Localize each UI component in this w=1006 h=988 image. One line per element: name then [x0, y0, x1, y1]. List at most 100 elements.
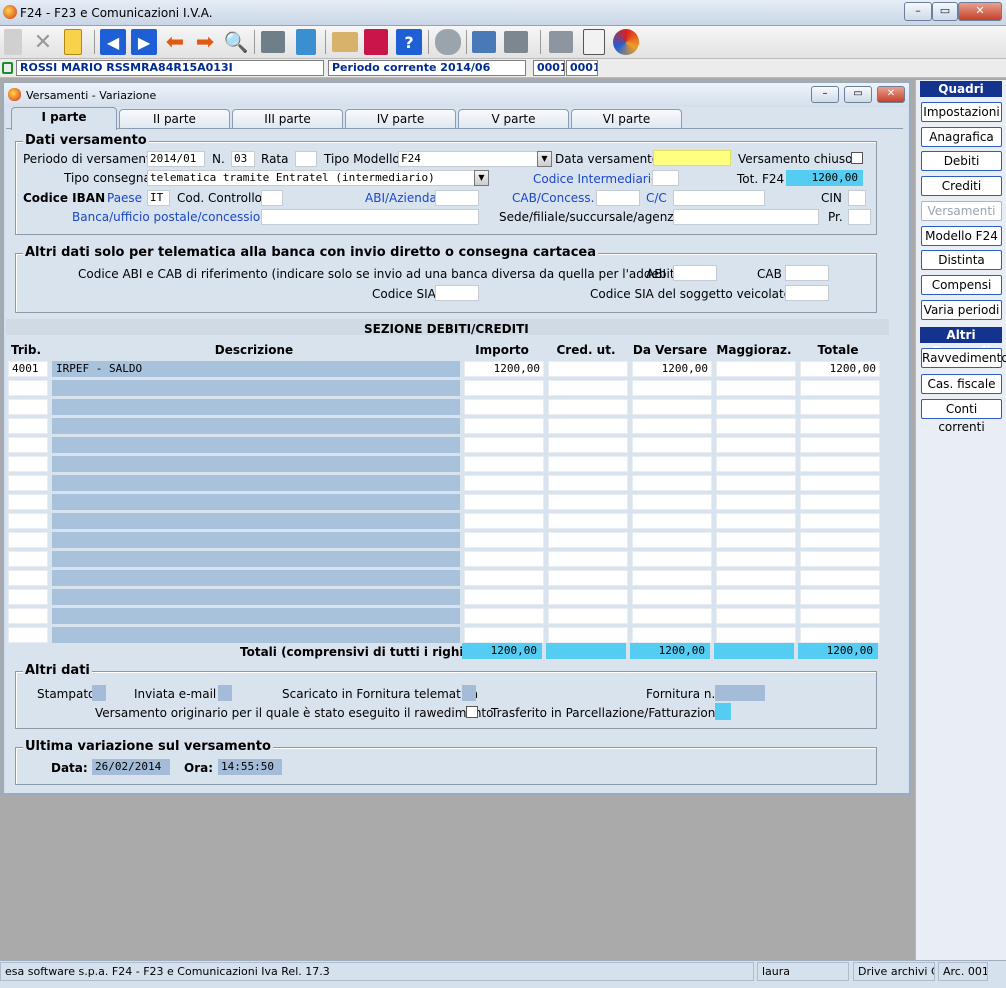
cell-cred-ut[interactable] — [548, 380, 628, 396]
cell-totale[interactable] — [800, 513, 880, 529]
tipo-consegna-dropdown-icon[interactable]: ▼ — [474, 170, 489, 186]
notepad-icon[interactable] — [64, 29, 82, 55]
cc-input[interactable] — [673, 190, 765, 206]
cell-cred-ut[interactable] — [548, 494, 628, 510]
help-book-icon[interactable] — [364, 29, 388, 55]
cell-trib[interactable] — [8, 437, 48, 453]
cell-trib[interactable]: 4001 — [8, 361, 48, 377]
next-icon[interactable]: ▶ — [131, 29, 157, 55]
cell-maggioraz[interactable] — [716, 475, 796, 491]
cell-maggioraz[interactable] — [716, 532, 796, 548]
paese-label[interactable]: Paese — [107, 191, 142, 205]
cell-cred-ut[interactable] — [548, 399, 628, 415]
cell-descrizione[interactable] — [52, 399, 460, 415]
cell-importo[interactable] — [464, 399, 544, 415]
abi-azienda-label[interactable]: ABI/Azienda — [365, 191, 437, 205]
cell-descrizione[interactable] — [52, 570, 460, 586]
cell-cred-ut[interactable] — [548, 456, 628, 472]
versamenti-button[interactable]: Versamenti — [921, 201, 1002, 221]
cell-da-versare[interactable] — [632, 456, 712, 472]
fax-icon[interactable] — [549, 31, 573, 53]
cell-trib[interactable] — [8, 551, 48, 567]
cab-input[interactable] — [785, 265, 829, 281]
elephant-icon[interactable] — [435, 29, 461, 55]
data-versamento-input[interactable] — [653, 150, 731, 166]
cell-cred-ut[interactable] — [548, 437, 628, 453]
cell-cred-ut[interactable] — [548, 627, 628, 643]
originario-checkbox[interactable] — [466, 706, 478, 718]
cell-importo[interactable]: 1200,00 — [464, 361, 544, 377]
cell-descrizione[interactable]: IRPEF - SALDO — [52, 361, 460, 377]
cas-fiscale-button[interactable]: Cas. fiscale — [921, 374, 1002, 394]
banca-label[interactable]: Banca/ufficio postale/concessione — [72, 210, 275, 224]
cell-maggioraz[interactable] — [716, 570, 796, 586]
cell-da-versare[interactable] — [632, 627, 712, 643]
cell-maggioraz[interactable] — [716, 608, 796, 624]
cell-importo[interactable] — [464, 570, 544, 586]
cell-descrizione[interactable] — [52, 494, 460, 510]
cell-descrizione[interactable] — [52, 418, 460, 434]
cell-trib[interactable] — [8, 513, 48, 529]
cell-trib[interactable] — [8, 589, 48, 605]
cell-cred-ut[interactable] — [548, 532, 628, 548]
cell-totale[interactable] — [800, 551, 880, 567]
cell-cred-ut[interactable] — [548, 589, 628, 605]
cell-totale[interactable] — [800, 589, 880, 605]
cell-da-versare[interactable] — [632, 551, 712, 567]
print-preview-icon[interactable] — [472, 31, 496, 53]
cell-totale[interactable] — [800, 456, 880, 472]
cell-cred-ut[interactable] — [548, 551, 628, 567]
cell-descrizione[interactable] — [52, 513, 460, 529]
cab-concess-label[interactable]: CAB/Concess. — [512, 191, 595, 205]
cell-da-versare[interactable] — [632, 494, 712, 510]
codice-intermediario-label[interactable]: Codice Intermediario — [533, 172, 658, 186]
book-icon[interactable] — [332, 32, 358, 52]
delete-icon[interactable]: ✕ — [30, 29, 56, 55]
debiti-button[interactable]: Debiti — [921, 151, 1002, 171]
cell-trib[interactable] — [8, 399, 48, 415]
window-minimize-button[interactable]: – — [811, 86, 839, 103]
cell-descrizione[interactable] — [52, 380, 460, 396]
cod-controllo-input[interactable] — [261, 190, 283, 206]
cell-da-versare[interactable] — [632, 513, 712, 529]
cell-totale[interactable] — [800, 608, 880, 624]
cell-trib[interactable] — [8, 627, 48, 643]
cell-maggioraz[interactable] — [716, 399, 796, 415]
cell-maggioraz[interactable] — [716, 494, 796, 510]
anagrafica-button[interactable]: Anagrafica — [921, 127, 1002, 147]
cell-da-versare[interactable] — [632, 380, 712, 396]
cell-importo[interactable] — [464, 627, 544, 643]
cell-descrizione[interactable] — [52, 627, 460, 643]
paese-input[interactable]: IT — [147, 190, 170, 206]
cell-importo[interactable] — [464, 532, 544, 548]
compensi-button[interactable]: Compensi — [921, 275, 1002, 295]
cell-maggioraz[interactable] — [716, 437, 796, 453]
n-input[interactable]: 03 — [231, 151, 255, 167]
back-arrow-icon[interactable]: ⬅ — [162, 29, 188, 55]
cell-descrizione[interactable] — [52, 551, 460, 567]
cab-concess-input[interactable] — [596, 190, 640, 206]
sia-input[interactable] — [435, 285, 479, 301]
cell-descrizione[interactable] — [52, 456, 460, 472]
cell-importo[interactable] — [464, 589, 544, 605]
cell-importo[interactable] — [464, 380, 544, 396]
cell-da-versare[interactable] — [632, 437, 712, 453]
tab-iii-parte[interactable]: III parte — [232, 109, 343, 129]
cell-importo[interactable] — [464, 475, 544, 491]
cell-importo[interactable] — [464, 608, 544, 624]
cell-trib[interactable] — [8, 380, 48, 396]
previous-icon[interactable]: ◀ — [100, 29, 126, 55]
tab-ii-parte[interactable]: II parte — [119, 109, 230, 129]
cell-maggioraz[interactable] — [716, 456, 796, 472]
codice-intermediario-input[interactable] — [652, 170, 679, 186]
minimize-button[interactable]: – — [904, 2, 932, 21]
cell-maggioraz[interactable] — [716, 380, 796, 396]
cc-label[interactable]: C/C — [646, 191, 667, 205]
cell-totale[interactable] — [800, 399, 880, 415]
cin-input[interactable] — [848, 190, 866, 206]
cell-cred-ut[interactable] — [548, 608, 628, 624]
banca-input[interactable] — [261, 209, 479, 225]
cell-cred-ut[interactable] — [548, 513, 628, 529]
cell-cred-ut[interactable] — [548, 475, 628, 491]
cell-trib[interactable] — [8, 532, 48, 548]
